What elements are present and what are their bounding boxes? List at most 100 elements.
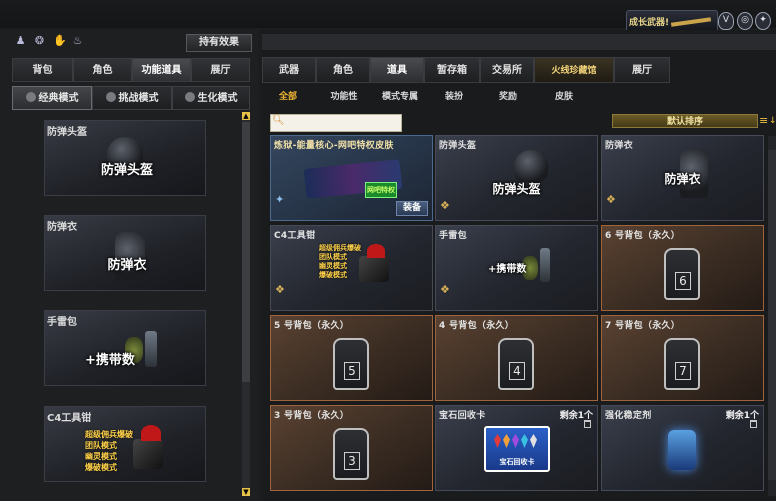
item-card[interactable]: 手雷包 +携带数 ❖ <box>435 225 598 311</box>
mode-zombie-label: 生化模式 <box>197 93 238 104</box>
item-card[interactable]: 强化稳定剂 剩余1个 <box>601 405 764 491</box>
item-card-featured[interactable]: 炼狱-能量核心-网吧特权皮肤 网吧特权 ✦ 装备 <box>270 135 433 221</box>
rank-wings-icon: ❖ <box>275 283 285 296</box>
backpack-number: 4 <box>509 362 525 380</box>
vest-icon: 防弹衣 <box>85 232 169 286</box>
trash-icon[interactable] <box>750 420 757 428</box>
item-card[interactable]: 4 号背包（永久） 4 <box>435 315 598 401</box>
tab-roles[interactable]: 角色 <box>316 57 370 83</box>
left-item-card[interactable]: 手雷包 +携带数 <box>44 310 206 386</box>
item-card[interactable]: 防弹衣 防弹衣 ❖ <box>601 135 764 221</box>
shield-badge-icon[interactable]: V <box>718 12 734 30</box>
search-input[interactable] <box>270 114 402 132</box>
left-scrollbar[interactable]: ▲ ▼ <box>242 112 250 496</box>
scroll-up-icon[interactable]: ▲ <box>242 112 250 120</box>
tab-showroom[interactable]: 展厅 <box>191 58 250 82</box>
backpack-icon: 6 <box>664 248 700 300</box>
mode-line: 爆破模式 <box>319 271 347 279</box>
mode-challenge[interactable]: 挑战模式 <box>92 86 172 110</box>
tab-storage[interactable]: 暂存箱 <box>424 57 480 83</box>
backpack-icon: 4 <box>498 338 534 390</box>
tab-collection[interactable]: 火线珍藏馆 <box>534 57 614 83</box>
subtab-rewards[interactable]: 奖励 <box>492 90 524 104</box>
left-item-card[interactable]: 防弹头盔 防弹头盔 <box>44 120 206 196</box>
subtab-all[interactable]: 全部 <box>270 90 306 104</box>
right-header-bar <box>262 34 776 50</box>
item-title: 防弹头盔 <box>47 127 87 138</box>
tab-items[interactable]: 道具 <box>370 57 424 83</box>
item-art-label: 防弹衣 <box>664 172 701 186</box>
item-title: 炼狱-能量核心-网吧特权皮肤 <box>274 141 394 151</box>
zombie-mode-icon <box>184 92 195 102</box>
rank-wings-icon: ❖ <box>606 193 616 206</box>
sort-arrow-icon[interactable]: ↓ <box>769 114 776 128</box>
grenade-pack-icon: +携带数 <box>85 327 169 381</box>
tab-function-items[interactable]: 功能道具 <box>132 58 191 82</box>
item-title: 4 号背包（永久） <box>439 321 515 331</box>
mode-classic[interactable]: 经典模式 <box>12 86 92 110</box>
tab-backpack[interactable]: 背包 <box>12 58 73 82</box>
scroll-down-icon[interactable]: ▼ <box>242 488 250 496</box>
right-scrollbar[interactable] <box>768 136 776 496</box>
gem-recycle-card-icon: 宝石回收卡 <box>484 426 550 472</box>
item-card[interactable]: C4工具钳 超级佣兵爆破 团队模式 幽灵模式 爆破模式 ❖ <box>270 225 433 311</box>
sort-dropdown[interactable]: 默认排序 <box>612 114 758 128</box>
left-item-card[interactable]: 防弹衣 防弹衣 <box>44 215 206 291</box>
backpack-number: 6 <box>675 272 691 290</box>
rank-wings-icon: ❖ <box>440 199 450 212</box>
helmet-icon <box>514 150 548 182</box>
bag-icon[interactable]: ♨ <box>72 34 83 47</box>
rank-wings-icon: ✦ <box>275 193 285 206</box>
backpack-number: 3 <box>344 452 360 470</box>
list-icon[interactable]: ≡ <box>759 114 769 128</box>
emblem-icon[interactable]: ✦ <box>755 12 771 30</box>
item-art-label: 防弹衣 <box>107 258 147 273</box>
c4-pliers-icon: 超级佣兵爆破 团队模式 幽灵模式 爆破模式 <box>85 423 169 477</box>
item-card[interactable]: 6 号背包（永久） 6 <box>601 225 764 311</box>
left-item-card[interactable]: C4工具钳 超级佣兵爆破 团队模式 幽灵模式 爆破模式 <box>44 406 206 482</box>
subtab-functional[interactable]: 功能性 <box>322 90 366 104</box>
item-card[interactable]: 宝石回收卡 剩余1个 宝石回收卡 <box>435 405 598 491</box>
scroll-thumb[interactable] <box>242 122 250 382</box>
item-title: 3 号背包（永久） <box>274 411 350 421</box>
hold-effect-button[interactable]: 持有效果 <box>186 34 252 52</box>
equip-button[interactable]: 装备 <box>396 201 428 216</box>
item-card[interactable]: 防弹头盔 防弹头盔 ❖ <box>435 135 598 221</box>
mode-challenge-label: 挑战模式 <box>118 93 159 104</box>
search-icon[interactable]: 🔍︎ <box>272 114 285 128</box>
subtab-outfit[interactable]: 装扮 <box>438 90 470 104</box>
trash-icon[interactable] <box>584 420 591 428</box>
ring-badge-icon[interactable]: ◎ <box>737 12 753 30</box>
subtab-skins[interactable]: 皮肤 <box>548 90 580 104</box>
mode-line: 爆破模式 <box>85 463 117 472</box>
tab-weapons[interactable]: 武器 <box>262 57 316 83</box>
mode-line: 幽灵模式 <box>319 262 347 270</box>
item-card[interactable]: 5 号背包（永久） 5 <box>270 315 433 401</box>
rifle-icon <box>670 17 712 27</box>
helmet-icon: 防弹头盔 <box>85 137 169 191</box>
tab-gallery[interactable]: 展厅 <box>614 57 670 83</box>
scroll-thumb[interactable] <box>768 150 776 480</box>
swirl-icon[interactable]: ❂ <box>34 34 45 47</box>
mode-zombie[interactable]: 生化模式 <box>172 86 250 110</box>
item-card[interactable]: 3 号背包（永久） 3 <box>270 405 433 491</box>
backpack-icon: 7 <box>664 338 700 390</box>
rank-wings-icon: ❖ <box>440 283 450 296</box>
backpack-icon: 5 <box>333 338 369 390</box>
item-card[interactable]: 7 号背包（永久） 7 <box>601 315 764 401</box>
item-title: 防弹衣 <box>47 222 77 233</box>
figures-icon[interactable]: ♟ <box>15 34 26 47</box>
item-title: 宝石回收卡 <box>439 411 486 421</box>
subtab-mode-exclusive[interactable]: 模式专属 <box>376 90 424 104</box>
item-title: 防弹衣 <box>605 141 633 151</box>
item-title: C4工具钳 <box>274 231 316 241</box>
growth-weapon-label: 成长武器! <box>629 18 670 28</box>
item-title: 5 号背包（永久） <box>274 321 350 331</box>
tab-exchange[interactable]: 交易所 <box>480 57 534 83</box>
backpack-icon: 3 <box>333 428 369 480</box>
item-title: 7 号背包（永久） <box>605 321 681 331</box>
tab-character[interactable]: 角色 <box>73 58 132 82</box>
c4-pliers-icon <box>359 256 389 282</box>
hand-icon[interactable]: ✋ <box>53 34 67 47</box>
item-title: 6 号背包（永久） <box>605 231 681 241</box>
